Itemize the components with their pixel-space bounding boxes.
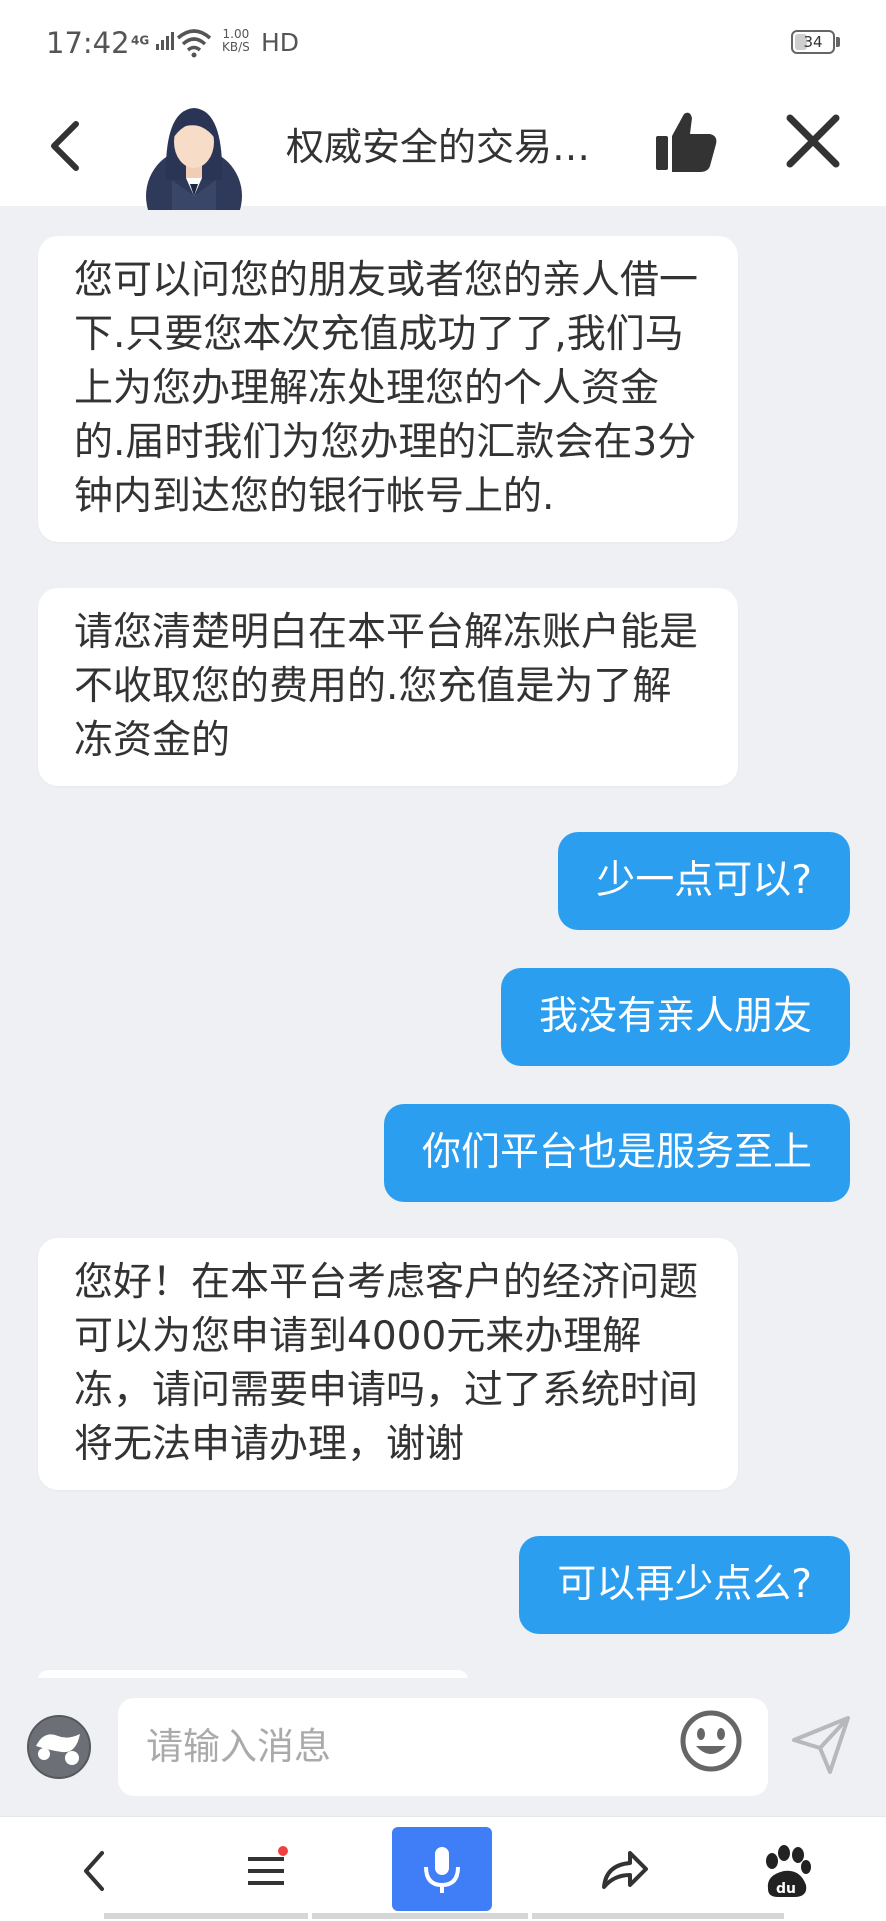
input-bar: 请输入消息 — [0, 1678, 886, 1816]
outgoing-message: 你们平台也是服务至上 — [383, 1104, 850, 1202]
battery-tip — [836, 37, 840, 47]
network-type: 4G — [131, 33, 150, 48]
tool-button[interactable] — [24, 1712, 94, 1782]
network-indicator: 4G — [131, 30, 177, 52]
thumbs-up-icon — [656, 112, 717, 172]
battery-icon: 34 — [791, 30, 835, 54]
chat-title: 权威安全的交易… — [286, 125, 591, 169]
nav-baidu-button[interactable]: du — [756, 1841, 816, 1901]
incoming-message: 您好！在本平台考虑客户的经济问题可以为您申请到4000元来办理解冻，请问需要申请… — [38, 1238, 738, 1490]
outgoing-message: 可以再少点么? — [519, 1536, 850, 1634]
outgoing-message: 我没有亲人朋友 — [500, 968, 850, 1066]
tool-icon — [27, 1715, 91, 1779]
bottom-navigation: du — [0, 1816, 886, 1921]
incoming-message: 请您清楚明白在本平台解冻账户能是不收取您的费用的.您充值是为了解冻资金的 — [38, 588, 738, 786]
chat-header: 权威安全的交易… — [0, 86, 886, 244]
message-list[interactable]: 您可以问您的朋友或者您的亲人借一下.只要您本次充值成功了了,我们马上为您办理解冻… — [0, 206, 886, 1678]
back-icon — [84, 1851, 104, 1891]
signal-icon — [156, 32, 175, 50]
menu-icon — [248, 1846, 288, 1885]
outgoing-message: 少一点可以? — [558, 832, 850, 930]
nav-share-button[interactable] — [592, 1841, 652, 1901]
back-button[interactable] — [40, 106, 96, 186]
svg-text:du: du — [776, 1881, 796, 1897]
hd-indicator: HD — [261, 28, 300, 57]
back-icon — [51, 121, 79, 171]
like-button[interactable] — [650, 106, 722, 178]
message-input[interactable]: 请输入消息 — [118, 1698, 768, 1796]
incoming-message: 您可以问您的朋友或者您的亲人借一下.只要您本次充值成功了了,我们马上为您办理解冻… — [38, 236, 738, 542]
wifi-icon — [176, 29, 212, 58]
emoji-button[interactable] — [678, 1708, 744, 1774]
nav-back-button[interactable] — [66, 1841, 126, 1901]
network-speed: 1.00 KB/S — [222, 27, 250, 54]
battery-percent: 34 — [803, 33, 823, 51]
status-time: 17:42 — [46, 26, 130, 60]
agent-avatar[interactable] — [144, 100, 244, 244]
close-button[interactable] — [782, 110, 844, 172]
voice-button[interactable] — [392, 1827, 492, 1911]
status-bar: 17:42 4G 1.00 KB/S HD 34 — [0, 0, 886, 86]
baidu-paw-icon: du — [766, 1845, 811, 1897]
emoji-icon — [680, 1710, 742, 1772]
send-icon — [792, 1716, 850, 1774]
share-icon — [602, 1851, 648, 1889]
close-icon — [786, 114, 840, 168]
send-button[interactable] — [790, 1714, 852, 1776]
microphone-icon — [424, 1847, 460, 1893]
incoming-message-partial — [38, 1670, 468, 1678]
nav-menu-button[interactable] — [236, 1841, 296, 1901]
